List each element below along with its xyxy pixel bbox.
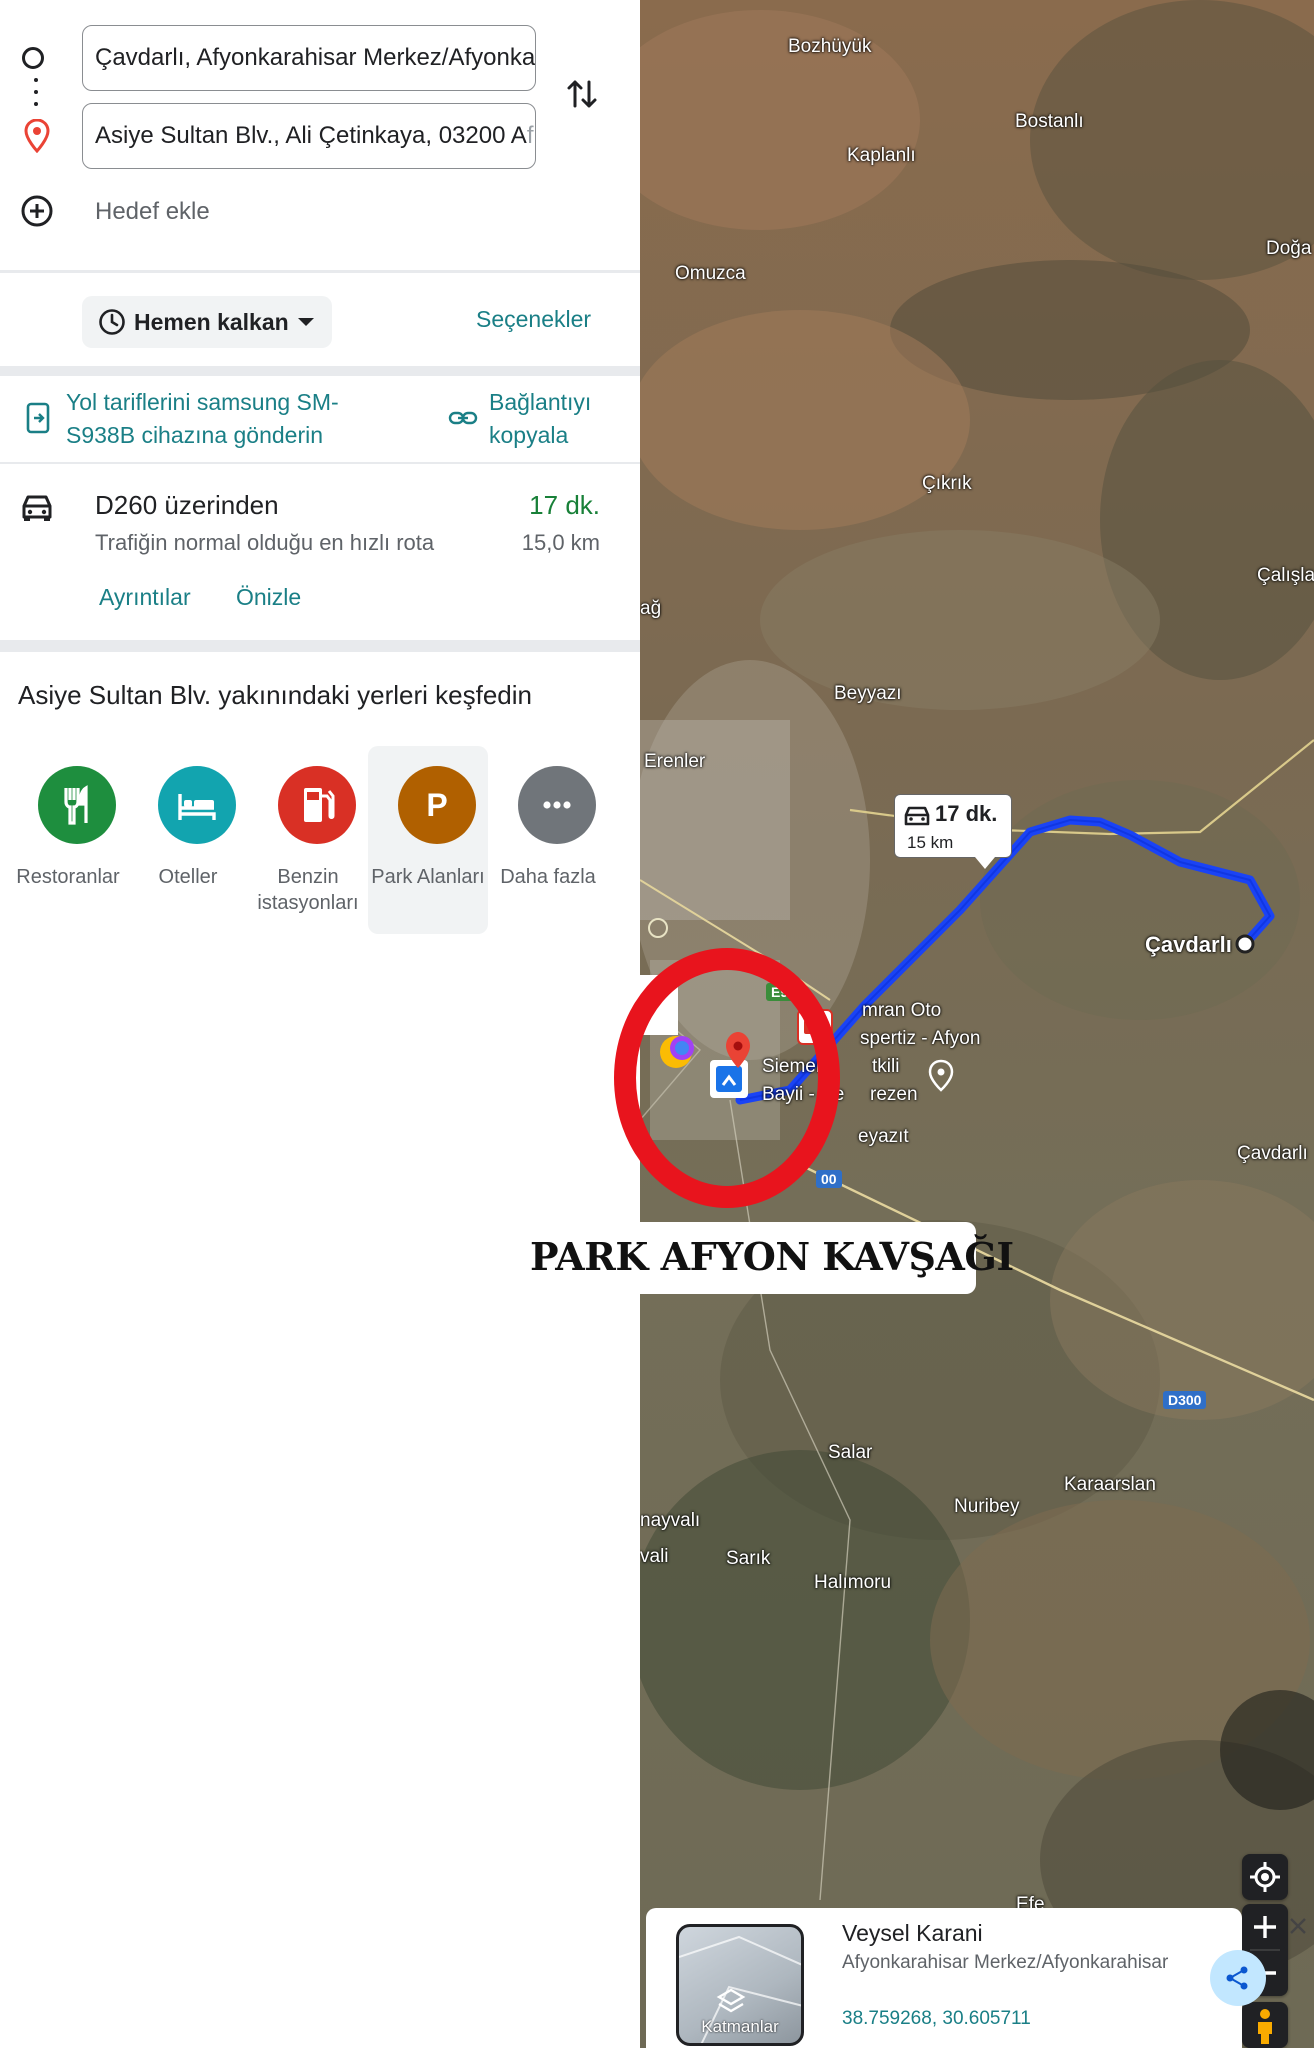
share-row: Yol tariflerini samsung SM-S938B cihazın… [0,378,640,462]
map-place-label: Çalışla [1257,565,1314,586]
place-info-card[interactable]: Katmanlar Veysel Karani Afyonkarahisar M… [646,1908,1242,2048]
divider [0,366,640,376]
share-icon [1226,1966,1248,1990]
place-coordinates[interactable]: 38.759268, 30.605711 [842,2008,1031,2030]
layers-button[interactable]: Katmanlar [676,1924,804,2046]
category-more[interactable]: Daha fazla [488,746,608,934]
route-distance: 15,0 km [521,530,600,555]
map-place-label: ağ [640,598,662,619]
details-link[interactable]: Ayrıntılar [99,584,191,611]
add-destination-label: Hedef ekle [95,198,210,225]
svg-text:P: P [426,787,447,823]
category-gas-stations[interactable]: Benzin istasyonları [248,746,368,934]
destination-row: Asiye Sultan Blv., Ali Çetinkaya, 03200 … [0,103,640,169]
fuel-icon [278,766,356,844]
preview-link[interactable]: Önizle [236,584,301,611]
car-icon [904,806,930,826]
route-description: Trafiğin normal olduğu en hızlı rota [95,530,435,555]
map-place-label: Nuribey [954,1496,1020,1517]
map-place-label: mran Oto [862,1000,942,1021]
divider [0,640,640,652]
car-icon [22,495,52,521]
map-place-label: vali [640,1546,669,1567]
my-location-icon [1250,1862,1280,1892]
bed-icon [158,766,236,844]
destination-pin-icon [24,119,50,153]
annotation-caption: PARK AFYON KAVŞAĞI [508,1222,1014,1294]
map-place-label: rezen [870,1084,918,1105]
clock-icon [99,309,125,335]
divider [0,462,640,464]
route-option-card[interactable]: D260 üzerinden 17 dk. Trafiğin normal ol… [0,470,640,640]
caption-text: PARK AFYON KAVŞAĞI [530,1234,1014,1279]
link-icon [448,411,478,425]
more-icon [518,766,596,844]
map-place-label: Çavdarlı [1145,932,1232,957]
swap-icon[interactable] [560,72,604,116]
map-place-label: tkili [872,1056,900,1077]
map-place-label: Bozhüyük [788,36,872,57]
route-time-bubble[interactable]: 17 dk. 15 km [894,794,1012,869]
map-place-label: Doğa [1266,238,1312,259]
road-badge: D300 [1163,1391,1207,1409]
map-place-label: Kaplanlı [847,145,916,166]
zoom-in-icon [1254,1916,1276,1938]
category-label: Benzin istasyonları [257,866,359,914]
add-destination-button[interactable]: Hedef ekle [0,188,640,236]
map-place-label: Erenler [644,751,706,772]
category-restaurants[interactable]: Restoranlar [8,746,128,934]
map-place-label: spertiz - Afyon [860,1028,981,1049]
road-badge: 00 [816,1170,842,1188]
departure-label: Hemen kalkan [134,309,289,335]
bubble-distance: 15 km [907,833,954,852]
origin-circle-icon [22,47,44,69]
map-place-label: eyazıt [858,1126,909,1147]
map-place-label: Omuzca [675,263,746,284]
my-location-button[interactable] [1242,1854,1288,1900]
category-label: Daha fazla [500,866,596,888]
route-via: D260 üzerinden [95,490,279,520]
layers-label: Katmanlar [701,2017,779,2036]
map-place-label: Beyyazı [834,683,902,704]
send-to-phone-icon [26,402,50,434]
send-to-device-link[interactable]: Yol tariflerini samsung SM-S938B cihazın… [66,386,366,452]
map-place-label: Halımoru [814,1572,892,1593]
place-name: Veysel Karani [842,1920,983,1946]
category-label: Oteller [158,866,218,888]
close-icon[interactable] [1286,1914,1310,1938]
map-place-label: Çavdarlı [1237,1143,1308,1164]
bubble-duration: 17 dk. [935,801,998,826]
destination-input[interactable]: Asiye Sultan Blv., Ali Çetinkaya, 03200 … [82,103,536,169]
map-place-label: Salar [828,1442,873,1463]
add-circle-icon [21,195,53,227]
directions-panel: Çavdarlı, Afyonkarahisar Merkez/Afyonkar… [0,0,640,2048]
category-hotels[interactable]: Oteller [128,746,248,934]
copy-link-button[interactable]: Bağlantıyı kopyala [489,386,639,452]
map-place-label: Sarık [726,1548,771,1569]
explore-title: Asiye Sultan Blv. yakınındaki yerleri ke… [18,680,532,710]
highlight-circle [614,948,840,1208]
category-label: Park Alanları [371,866,485,888]
origin-input[interactable]: Çavdarlı, Afyonkarahisar Merkez/Afyonkar… [82,25,536,91]
share-button[interactable] [1210,1950,1266,2006]
parking-icon: P [398,766,476,844]
fork-knife-icon [38,766,116,844]
route-duration: 17 dk. [529,490,600,520]
options-link[interactable]: Seçenekler [476,306,591,333]
map-place-label: Çıkrık [922,473,972,494]
category-parking[interactable]: P Park Alanları [368,746,488,934]
category-label: Restoranlar [16,866,120,888]
origin-row: Çavdarlı, Afyonkarahisar Merkez/Afyonkar… [0,25,640,91]
map-place-label: nayvalı [640,1510,701,1531]
departure-time-dropdown[interactable]: Hemen kalkan [82,296,332,348]
divider [0,270,640,273]
pegman-icon [1258,2009,1272,2044]
caret-down-icon [298,318,314,326]
map-place-label: Bostanlı [1015,111,1084,132]
place-address: Afyonkarahisar Merkez/Afyonkarahisar [842,1952,1169,1973]
street-view-pegman-button[interactable] [1242,2002,1288,2048]
map-place-label: Karaarslan [1064,1474,1156,1495]
